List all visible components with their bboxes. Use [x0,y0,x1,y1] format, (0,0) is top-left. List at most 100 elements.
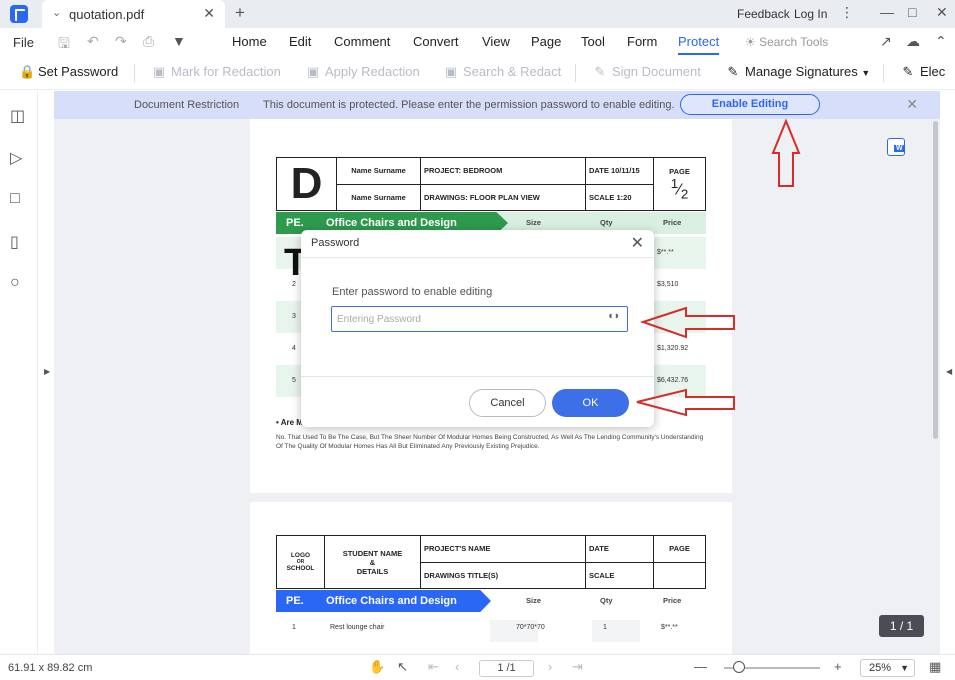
manage-signatures-button[interactable]: ✎ Manage Signatures ▼ [726,64,871,80]
enable-editing-button[interactable]: Enable Editing [680,94,820,115]
name-cell: Name Surname [336,183,421,211]
cloud-upload-icon[interactable]: ☁ [906,33,920,50]
minimize-icon[interactable]: — [880,4,894,20]
previous-page-icon[interactable]: ‹ [455,659,459,674]
menu-protect[interactable]: Protect [678,34,720,55]
electronic-signature-icon: ✎ [902,64,914,79]
row-number: 4 [292,345,296,352]
dialog-divider [301,257,654,258]
search-redact-label: Search & Redact [463,64,562,79]
signatures-icon: ✎ [727,64,739,79]
document-restriction-bar: Document Restriction This document is pr… [54,91,940,119]
fit-page-icon[interactable]: ▦ [929,659,941,675]
zoom-in-icon[interactable]: + [834,659,842,674]
logo-cell: LOGO OR SCHOOL [276,535,325,589]
maximize-icon[interactable]: □ [908,4,916,20]
price-cell: $**.** [661,624,678,631]
electronic-signature-button[interactable]: ✎ Elec [901,64,946,80]
password-label: Enter password to enable editing [332,286,493,298]
menu-home[interactable]: Home [232,34,267,49]
table-row: 1 Rest lounge chair 70*70*70 1 $**.** [276,620,706,642]
page-fraction: 1⁄2 [670,175,689,202]
comment-icon[interactable]: □ [10,190,20,208]
protect-toolbar: 🔒 Set Password ▣ Mark for Redaction ▣ Apply… [0,56,955,90]
menu-edit[interactable]: Edit [289,34,311,49]
menu-tool[interactable]: Tool [581,34,605,49]
faq-question: • Are M [276,418,303,427]
menu-form[interactable]: Form [627,34,657,49]
zoom-slider-handle[interactable] [733,661,745,673]
hand-tool-icon[interactable]: ✋ [369,659,385,675]
price-cell: $6,432.76 [657,377,689,384]
zoom-level-value: 25% [869,662,892,674]
save-icon[interactable]: 🖫 [58,33,70,57]
feedback-link[interactable]: Feedback [737,7,790,21]
chevron-down-icon: ▼ [861,68,871,78]
set-password-button[interactable]: 🔒 Set Password [19,64,118,80]
vertical-scrollbar[interactable] [933,119,940,654]
ok-button[interactable]: OK [552,389,629,417]
quick-access-dropdown-icon[interactable]: ▼ [172,33,186,49]
project-cell: PROJECT'S NAME [420,535,586,563]
next-page-icon[interactable]: › [548,659,552,674]
attachment-icon[interactable]: ▯ [10,232,19,252]
apply-redaction-icon: ▣ [306,64,320,79]
zoom-out-icon[interactable]: — [694,659,707,674]
lightbulb-icon: ☀ [745,35,756,49]
page-number-field[interactable]: 1 /1 [479,660,534,677]
scrollbar-thumb[interactable] [933,121,938,439]
dialog-title: Password [311,237,360,249]
close-restriction-icon[interactable]: ✕ [906,96,918,113]
menu-comment[interactable]: Comment [334,34,390,49]
file-menu[interactable]: File [13,35,34,50]
convert-to-word-icon[interactable] [887,138,905,156]
sidebar-expand-icon[interactable]: ▶ [44,367,50,376]
first-page-icon[interactable]: ⇤ [428,659,439,675]
cancel-button[interactable]: Cancel [469,389,546,417]
sign-document-button[interactable]: ✎ Sign Document [593,64,701,80]
qty-cell: 1 [603,624,607,631]
price-header: Price [663,218,682,227]
undo-icon[interactable]: ↶ [87,33,99,50]
apply-redaction-button[interactable]: ▣ Apply Redaction [306,64,420,80]
row-number: 5 [292,377,296,384]
right-panel-expand-icon[interactable]: ◀ [946,367,952,376]
new-tab-icon[interactable]: + [235,3,245,23]
tab-title: quotation.pdf [69,7,145,22]
search-redact-button[interactable]: ▣ Search & Redact [444,64,561,80]
close-tab-icon[interactable]: ✕ [203,5,215,22]
thumbnails-icon[interactable]: ◫ [10,106,25,126]
menu-view[interactable]: View [482,34,510,49]
mark-redaction-label: Mark for Redaction [171,64,281,79]
login-link[interactable]: Log In [794,7,827,21]
app-logo-icon [10,5,28,23]
print-icon[interactable]: ⎙ [143,33,154,50]
search-icon[interactable]: ○ [10,274,20,292]
qty-header: Qty [600,596,613,605]
drawings-cell: DRAWINGS: FLOOR PLAN VIEW [420,183,586,211]
scale-cell: SCALE 1:20 [585,183,654,211]
password-input[interactable] [331,306,628,332]
faq-answer: No. That Used To Be The Case, But The Sh… [276,434,704,450]
close-dialog-icon[interactable]: ✕ [631,233,644,253]
zoom-level-select[interactable]: 25% ▼ [860,659,915,677]
toolbar-divider [134,64,135,82]
last-page-icon[interactable]: ⇥ [572,659,583,675]
menu-convert[interactable]: Convert [413,34,459,49]
sign-document-label: Sign Document [612,64,701,79]
redo-icon[interactable]: ↷ [115,33,127,50]
document-tab[interactable]: ⌄ quotation.pdf ✕ [42,0,225,28]
close-window-icon[interactable]: ✕ [936,4,948,21]
collapse-ribbon-icon[interactable]: ⌃ [935,33,947,50]
dialog-divider [301,376,654,377]
share-icon[interactable]: ↗ [880,33,892,50]
menu-bar: File 🖫 ↶ ↷ ⎙ ▼ Home Edit Comment Convert… [0,28,955,56]
more-options-icon[interactable]: ⋮ [840,4,854,21]
search-tools[interactable]: ☀ Search Tools [745,35,828,49]
chevron-down-icon: ▼ [900,663,909,673]
mark-redaction-button[interactable]: ▣ Mark for Redaction [152,64,281,80]
hide-password-icon[interactable]: ◖◗ [607,310,620,322]
menu-page[interactable]: Page [531,34,561,49]
bookmark-icon[interactable]: ▷ [10,148,22,168]
select-tool-icon[interactable]: ↖ [397,659,408,675]
